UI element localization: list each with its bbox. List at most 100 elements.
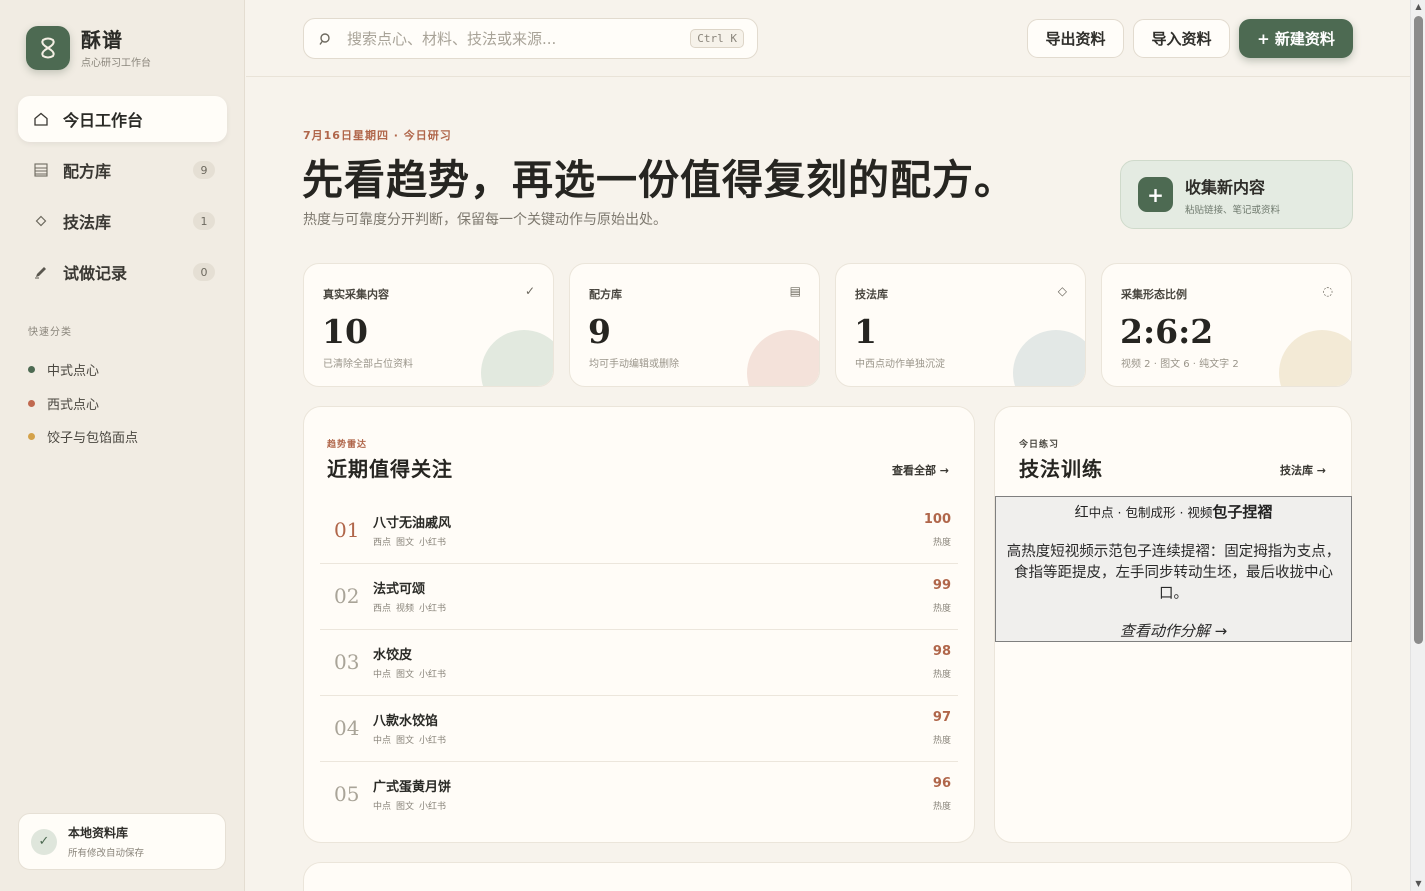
tag: 图文	[396, 538, 415, 548]
decorative-blob	[481, 330, 553, 386]
local-library-sub: 所有修改自动保存	[68, 848, 145, 859]
export-button[interactable]: 导出资料	[1027, 19, 1124, 58]
search-box[interactable]: Ctrl K	[303, 18, 758, 59]
nav-item-recipes[interactable]: 配方库 9	[18, 147, 227, 193]
trend-tags: 西点 视频 小红书	[373, 601, 451, 614]
stat-card-recipes[interactable]: 配方库 ▤ 9 均可手动编辑或删除	[569, 263, 820, 387]
score-label: 热度	[932, 736, 951, 746]
import-button[interactable]: 导入资料	[1133, 19, 1230, 58]
page-scrollbar[interactable]: ▲ ▼	[1410, 0, 1425, 891]
shortcut-hint: Ctrl K	[690, 29, 744, 48]
trends-title: 近期值得关注	[327, 457, 453, 481]
new-item-button[interactable]: + 新建资料	[1239, 19, 1353, 58]
pencil-icon	[32, 263, 50, 281]
page-subtitle: 热度与可靠度分开判断，保留每一个关键动作与原始出处。	[303, 212, 667, 228]
trend-row[interactable]: 05 广式蛋黄月饼 中点 图文 小红书 96 热度	[320, 762, 958, 828]
tag: 小红书	[419, 802, 447, 812]
technique-prefix: 红	[1074, 505, 1089, 521]
trend-rank: 02	[334, 584, 360, 608]
page-title: 先看趋势，再选一份值得复刻的配方。	[302, 156, 1016, 204]
search-icon	[317, 31, 333, 47]
technique-name: 包子捏褶	[1212, 503, 1273, 521]
topbar: Ctrl K 导出资料 导入资料 + 新建资料	[246, 0, 1410, 77]
trend-row[interactable]: 04 八款水饺馅 中点 图文 小红书 97 热度	[320, 696, 958, 762]
category-dot-icon	[28, 399, 35, 407]
quick-item-western[interactable]: 西式点心	[28, 387, 138, 421]
decorative-blob	[747, 330, 819, 386]
nav-count-badge: 9	[193, 161, 215, 179]
nav-item-today[interactable]: 今日工作台	[18, 96, 227, 142]
trend-name: 八款水饺馅	[373, 714, 439, 729]
nav-item-techniques[interactable]: 技法库 1	[18, 198, 227, 244]
technique-card[interactable]: 红中点 · 包制成形 · 视频包子捏褶 高热度短视频示范包子连续提褶：固定拇指为…	[995, 496, 1352, 642]
trend-tags: 西点 图文 小红书	[373, 535, 451, 548]
stat-label: 真实采集内容	[323, 288, 389, 301]
diamond-icon	[32, 212, 50, 230]
trend-row[interactable]: 02 法式可颂 西点 视频 小红书 99 热度	[320, 564, 958, 630]
score-label: 热度	[932, 538, 951, 548]
diamond-icon: ◇	[1057, 284, 1067, 298]
training-eyebrow: 今日练习	[1019, 440, 1060, 450]
score-label: 热度	[932, 802, 951, 812]
decorative-blob	[1013, 330, 1085, 386]
training-title: 技法训练	[1019, 457, 1103, 481]
trend-rank: 04	[334, 716, 360, 740]
trend-name: 水饺皮	[373, 648, 413, 663]
scroll-thumb[interactable]	[1414, 16, 1423, 644]
stat-card-format-ratio[interactable]: 采集形态比例 ◌ 2:6:2 视频 2 · 图文 6 · 纯文字 2	[1101, 263, 1352, 387]
stat-card-techniques[interactable]: 技法库 ◇ 1 中西点动作单独沉淀	[835, 263, 1086, 387]
nav-label: 试做记录	[63, 264, 128, 283]
stat-label: 配方库	[589, 288, 622, 301]
tag: 中点	[373, 802, 392, 812]
nav-count-badge: 0	[193, 263, 215, 281]
check-icon: ✓	[31, 828, 57, 855]
trend-score: 97	[932, 710, 951, 725]
view-breakdown-link[interactable]: 查看动作分解 →	[996, 620, 1351, 641]
tag: 中点	[373, 736, 392, 746]
quick-item-label: 西式点心	[47, 397, 100, 413]
stat-note: 中西点动作单独沉淀	[855, 359, 945, 370]
bottom-panel	[303, 862, 1352, 891]
date-eyebrow: 7月16日星期四 · 今日研习	[303, 129, 452, 142]
tag: 西点	[373, 538, 392, 548]
stat-label: 采集形态比例	[1121, 288, 1187, 301]
tag: 图文	[396, 670, 415, 680]
technique-meta: 中点 · 包制成形 · 视频	[1088, 505, 1213, 520]
local-library-status: ✓ 本地资料库 所有修改自动保存	[18, 813, 226, 870]
quick-category-title: 快速分类	[28, 327, 72, 338]
quick-item-dumplings[interactable]: 饺子与包馅面点	[28, 420, 138, 454]
search-input[interactable]	[347, 29, 691, 48]
trend-score: 98	[932, 644, 951, 659]
technique-description: 高热度短视频示范包子连续提褶：固定拇指为支点，食指等距提皮，左手同步转动生坯，最…	[1006, 544, 1341, 602]
tag: 图文	[396, 736, 415, 746]
category-dot-icon	[28, 433, 35, 441]
technique-card-header: 红中点 · 包制成形 · 视频包子捏褶	[996, 501, 1351, 522]
quick-item-chinese[interactable]: 中式点心	[28, 353, 138, 387]
nav-label: 今日工作台	[63, 111, 144, 130]
local-library-title: 本地资料库	[68, 826, 129, 840]
technique-library-link[interactable]: 技法库 →	[1280, 462, 1326, 478]
stat-value: 1	[854, 312, 877, 351]
trend-row[interactable]: 03 水饺皮 中点 图文 小红书 98 热度	[320, 630, 958, 696]
trend-row[interactable]: 01 八寸无油戚风 西点 图文 小红书 100 热度	[320, 498, 958, 564]
circle-icon: ◌	[1322, 284, 1333, 298]
tag: 小红书	[419, 604, 447, 614]
collect-new-button[interactable]: + 收集新内容 粘贴链接、笔记或资料	[1120, 160, 1353, 229]
nav-item-trials[interactable]: 试做记录 0	[18, 249, 227, 295]
stat-label: 技法库	[855, 288, 888, 301]
trend-rank: 05	[334, 782, 360, 806]
tag: 小红书	[419, 736, 447, 746]
scroll-down-icon[interactable]: ▼	[1411, 877, 1425, 891]
view-all-link[interactable]: 查看全部 →	[892, 462, 949, 478]
list-icon	[32, 161, 50, 179]
trend-rank: 03	[334, 650, 360, 674]
brand-logo-icon	[26, 26, 70, 70]
brand[interactable]: 酥谱 点心研习工作台	[26, 26, 151, 70]
quick-item-label: 饺子与包馅面点	[47, 431, 139, 447]
stat-value: 9	[588, 312, 611, 351]
tag: 图文	[396, 802, 415, 812]
brand-name: 酥谱	[81, 27, 123, 52]
stat-card-collected[interactable]: 真实采集内容 ✓ 10 已清除全部占位资料	[303, 263, 554, 387]
trend-score: 96	[932, 776, 951, 791]
scroll-up-icon[interactable]: ▲	[1411, 0, 1425, 14]
